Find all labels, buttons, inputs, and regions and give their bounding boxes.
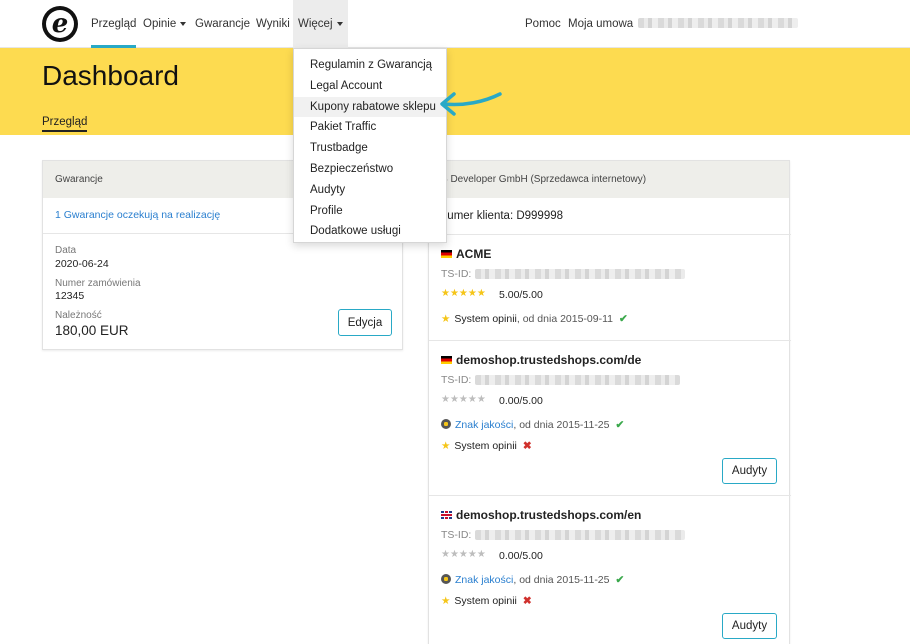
menu-item-regulamin[interactable]: Regulamin z Gwarancją [294,55,446,76]
rating-value: 0.00/5.00 [499,395,543,407]
star-icon: ★ [441,440,451,452]
tsid-redacted [475,375,680,385]
tab-przeglad[interactable]: Przegląd [42,116,88,132]
date-label: Data [55,245,77,256]
shop-name: demoshop.trustedshops.com/de [441,353,641,367]
order-number-value: 12345 [55,290,85,302]
rating-stars: ★★★★★ [441,288,486,299]
tsid-redacted [475,530,685,540]
menu-item-kupony[interactable]: Kupony rabatowe sklepu [294,96,446,118]
reviews-status: ★ System opinii ✖ [441,440,532,452]
audits-button[interactable]: Audyty [722,458,777,484]
nav-przeglad[interactable]: Przegląd [91,0,137,48]
check-icon: ✔ [619,313,628,325]
star-icon: ★ [441,595,451,607]
quality-seal-icon [441,419,451,429]
quality-seal-status: Znak jakości, od dnia 2015-11-25 ✔ [441,574,624,586]
more-dropdown-menu: Regulamin z Gwarancją Legal Account Kupo… [293,48,447,243]
page-title: Dashboard [42,60,179,91]
due-label: Należność [55,310,102,321]
menu-item-bezpieczenstwo[interactable]: Bezpieczeństwo [294,159,446,180]
tsid-label: TS-ID: [441,529,472,541]
tsid-label: TS-ID: [441,268,472,280]
tsid-label: TS-ID: [441,374,472,386]
nav-moja-umowa[interactable]: Moja umowa [568,0,633,48]
reviews-status: ★ System opinii ✖ [441,595,532,607]
german-flag-icon [441,356,452,364]
account-name-redacted[interactable] [638,18,798,28]
tsid-redacted [475,269,685,279]
chevron-down-icon [180,21,187,26]
pending-guarantees-link[interactable]: 1 Gwarancje oczekują na realizację [55,209,220,221]
menu-item-dodatkowe-uslugi[interactable]: Dodatkowe usługi [294,221,446,242]
star-icon: ★ [441,313,451,325]
menu-item-legal-account[interactable]: Legal Account [294,76,446,97]
rating-stars: ★★★★★ [441,394,486,405]
trusted-shops-logo[interactable]: e [42,6,78,42]
order-number-label: Numer zamówienia [55,278,141,289]
annotation-arrow-icon [440,92,502,116]
uk-flag-icon [441,511,452,519]
shop-entry-acme: ACME TS-ID: ★★★★★ 5.00/5.00 ★ System opin… [429,234,791,340]
chevron-down-icon [336,21,343,26]
seller-card: S Developer GmbH (Sprzedawca internetowy… [428,160,791,644]
rating-value: 0.00/5.00 [499,550,543,562]
menu-item-audyty[interactable]: Audyty [294,180,446,201]
quality-seal-link[interactable]: Znak jakości [455,419,513,431]
shop-entry-demoshop-de: demoshop.trustedshops.com/de TS-ID: ★★★★… [429,340,791,494]
german-flag-icon [441,250,452,258]
nav-gwarancje[interactable]: Gwarancje [195,0,250,48]
due-value: 180,00 EUR [55,323,129,338]
rating-value: 5.00/5.00 [499,289,543,301]
reviews-status: ★ System opinii, od dnia 2015-09-11 ✔ [441,313,628,325]
cross-icon: ✖ [522,595,532,607]
quality-seal-status: Znak jakości, od dnia 2015-11-25 ✔ [441,419,624,431]
nav-wiecej[interactable]: Więcej [293,0,348,48]
nav-pomoc[interactable]: Pomoc [525,0,561,48]
cross-icon: ✖ [522,440,532,452]
nav-wyniki[interactable]: Wyniki [256,0,290,48]
quality-seal-icon [441,574,451,584]
menu-item-pakiet-traffic[interactable]: Pakiet Traffic [294,117,446,138]
nav-opinie[interactable]: Opinie [143,0,187,48]
menu-item-profile[interactable]: Profile [294,201,446,222]
shop-name: ACME [441,247,491,261]
client-number: Numer klienta: D999998 [439,210,564,222]
menu-item-trustbadge[interactable]: Trustbadge [294,138,446,159]
shop-entry-demoshop-en: demoshop.trustedshops.com/en TS-ID: ★★★★… [429,495,791,644]
check-icon: ✔ [615,419,625,431]
seller-card-header: S Developer GmbH (Sprzedawca internetowy… [429,161,789,198]
quality-seal-link[interactable]: Znak jakości [455,574,513,586]
date-value: 2020-06-24 [55,258,109,270]
shop-name: demoshop.trustedshops.com/en [441,508,641,522]
edit-button[interactable]: Edycja [338,309,392,336]
audits-button[interactable]: Audyty [722,613,777,639]
check-icon: ✔ [615,574,625,586]
top-navbar: e Przegląd Opinie Gwarancje Wyniki Więce… [0,0,910,48]
rating-stars: ★★★★★ [441,549,486,560]
